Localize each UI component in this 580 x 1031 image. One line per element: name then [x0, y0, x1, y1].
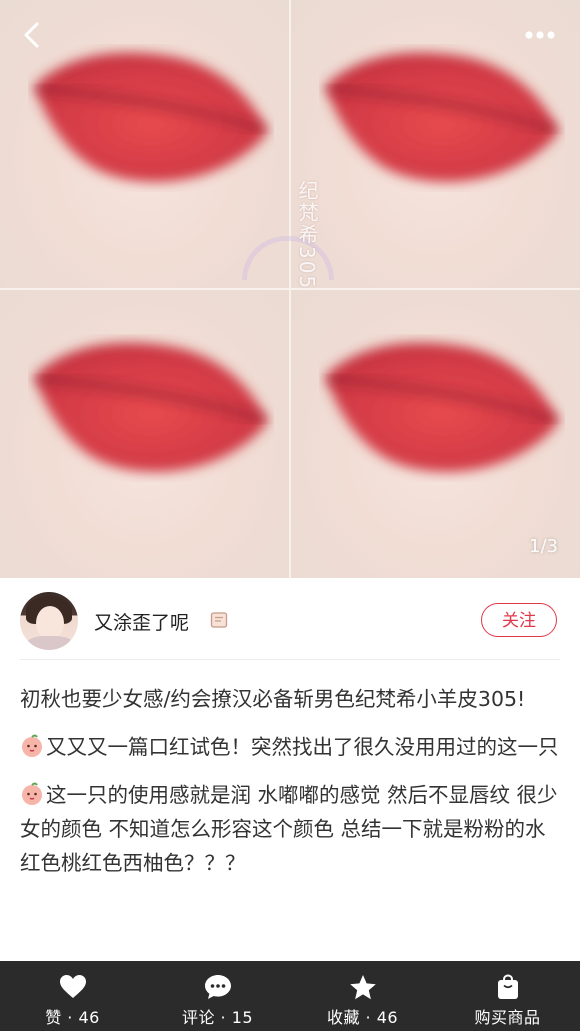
- emoji-icon: [22, 734, 42, 757]
- comment-icon: [204, 975, 231, 999]
- star-icon: [349, 975, 376, 1000]
- back-arrow-icon: [24, 22, 39, 48]
- lips-image: [325, 52, 559, 182]
- post-paragraph-text: 又又又一篇口红试色！突然找出了很久没用用过的这一只: [46, 735, 559, 759]
- author-row: 又涂歪了呢 关注: [0, 578, 580, 660]
- post-paragraph: 这一只的使用感就是润 水嘟嘟的感觉 然后不显唇纹 很少女的颜色 不知道怎么形容这…: [20, 778, 560, 880]
- back-button[interactable]: [16, 18, 50, 52]
- buy-label: 购买商品: [474, 1008, 541, 1027]
- more-dots-icon: [525, 31, 555, 39]
- image-carousel[interactable]: 纪梵希305 1/3: [0, 0, 580, 578]
- image-counter: 1/3: [529, 536, 558, 557]
- lips-image: [34, 52, 268, 182]
- post-paragraph: 又又又一篇口红试色！突然找出了很久没用用过的这一只: [20, 730, 560, 764]
- post-content: 初秋也要少女感/约会撩汉必备斩男色纪梵希小羊皮305! 又又又一篇口红试色！突然…: [20, 682, 560, 894]
- buy-button[interactable]: 购买商品: [435, 961, 580, 1031]
- more-button[interactable]: [520, 20, 560, 50]
- lip-photo-4: [291, 290, 580, 578]
- emoji-icon: [22, 782, 42, 805]
- comment-count: 评论 · 15: [181, 1008, 254, 1027]
- collect-button[interactable]: 收藏 · 46: [290, 961, 435, 1031]
- divider: [20, 659, 560, 660]
- avatar[interactable]: [20, 592, 78, 650]
- heart-icon: [59, 975, 86, 998]
- like-count: 赞 · 46: [45, 1008, 100, 1027]
- post-title: 初秋也要少女感/约会撩汉必备斩男色纪梵希小羊皮305!: [20, 687, 526, 711]
- lips-image: [325, 342, 559, 472]
- like-button[interactable]: 赞 · 46: [0, 961, 145, 1031]
- comment-button[interactable]: 评论 · 15: [145, 961, 290, 1031]
- lip-photo-3: [0, 290, 289, 578]
- lips-image: [34, 342, 268, 472]
- post-paragraph-text: 这一只的使用感就是润 水嘟嘟的感觉 然后不显唇纹 很少女的颜色 不知道怎么形容这…: [20, 783, 558, 875]
- image-watermark: 纪梵希305: [295, 180, 319, 291]
- bottom-action-bar: 赞 · 46 评论 · 15 收藏 · 46 购买商品: [0, 961, 580, 1031]
- follow-button[interactable]: 关注: [481, 603, 557, 637]
- author-name[interactable]: 又涂歪了呢: [94, 608, 189, 635]
- collect-count: 收藏 · 46: [326, 1008, 399, 1027]
- note-icon: [210, 612, 228, 628]
- shopping-bag-icon: [497, 974, 518, 999]
